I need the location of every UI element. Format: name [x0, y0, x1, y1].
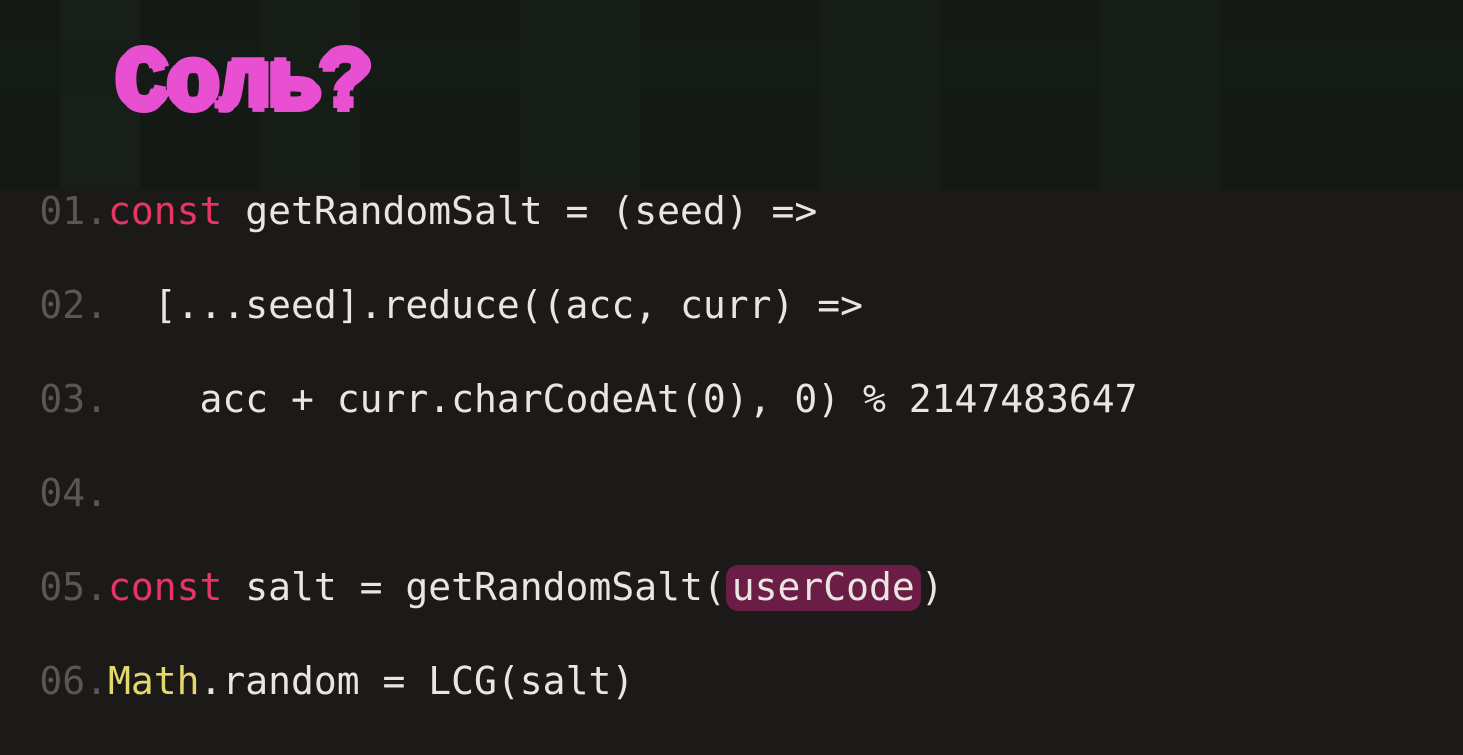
line-number: 02. — [0, 286, 108, 324]
code-content: const salt = getRandomSalt(userCode) — [108, 568, 944, 606]
code-line: 01. const getRandomSalt = (seed) => — [0, 192, 1463, 286]
code-content: [...seed].reduce((acc, curr) => — [108, 286, 863, 324]
code-line: 06. Math.random = LCG(salt) — [0, 662, 1463, 755]
code-content: const getRandomSalt = (seed) => — [108, 192, 817, 230]
line-number: 03. — [0, 380, 108, 418]
code-line: 03. acc + curr.charCodeAt(0), 0) % 21474… — [0, 380, 1463, 474]
code-line: 04. — [0, 474, 1463, 568]
code-content: Math.random = LCG(salt) — [108, 662, 634, 700]
code-content: acc + curr.charCodeAt(0), 0) % 214748364… — [108, 380, 1138, 418]
line-number: 06. — [0, 662, 108, 700]
highlighted-token: userCode — [726, 565, 921, 611]
slide: Соль? 01. const getRandomSalt = (seed) =… — [0, 0, 1463, 755]
line-number: 05. — [0, 568, 108, 606]
code-line: 05. const salt = getRandomSalt(userCode) — [0, 568, 1463, 662]
slide-title: Соль? — [116, 42, 370, 130]
line-number: 01. — [0, 192, 108, 230]
line-number: 04. — [0, 474, 108, 512]
code-block: 01. const getRandomSalt = (seed) => 02. … — [0, 192, 1463, 755]
code-line: 02. [...seed].reduce((acc, curr) => — [0, 286, 1463, 380]
